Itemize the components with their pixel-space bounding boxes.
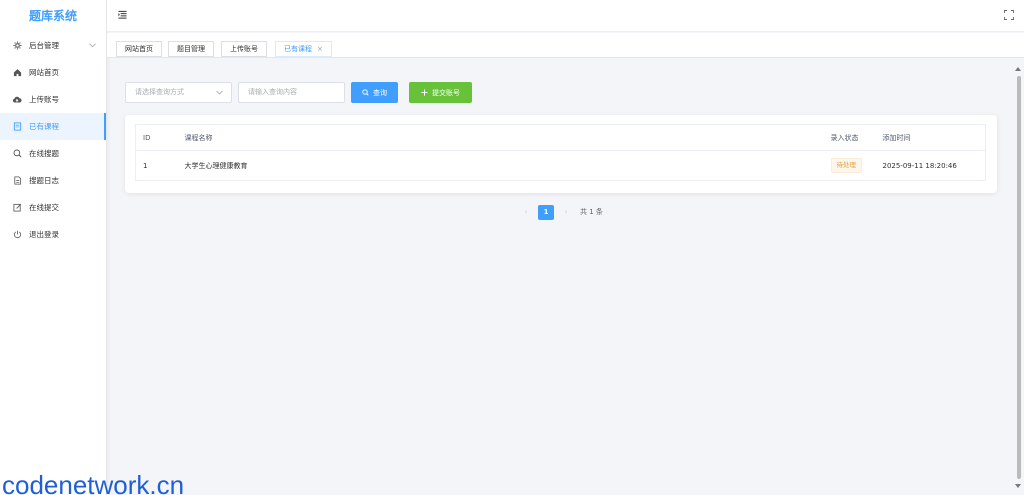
sidebar-item-label: 已有课程 [29, 122, 59, 131]
status-badge: 待处理 [830, 158, 862, 173]
pagination: ‹ 1 › 共 1 条 [518, 204, 603, 220]
document-icon [12, 122, 22, 132]
fullscreen-icon[interactable] [1004, 10, 1014, 20]
tab-courses[interactable]: 已有课程 × [275, 41, 332, 57]
tabs-bar: 网站首页 题目管理 上传账号 已有课程 × [107, 33, 1024, 58]
sidebar-item-courses[interactable]: 已有课程 [0, 113, 106, 140]
pagination-total: 共 1 条 [580, 208, 603, 216]
sidebar-item-search-log[interactable]: 搜题日志 [0, 167, 106, 194]
search-button-label: 查询 [373, 88, 387, 97]
chevron-down-icon [89, 41, 96, 50]
submit-button-label: 提交账号 [432, 88, 460, 97]
cell-status: 待处理 [824, 151, 876, 181]
select-placeholder: 请选择查询方式 [135, 88, 184, 96]
sidebar-item-online-submit[interactable]: 在线提交 [0, 194, 106, 221]
sidebar-item-label: 网站首页 [29, 68, 59, 77]
column-header-status: 录入状态 [823, 124, 876, 151]
chevron-down-icon [216, 83, 223, 110]
column-header-course-name: 课程名称 [177, 124, 824, 151]
tab-label: 已有课程 [284, 45, 312, 53]
search-icon [362, 89, 369, 96]
cell-id: 1 [143, 161, 148, 170]
sidebar-item-online-search[interactable]: 在线搜题 [0, 140, 106, 167]
tab-question-manage[interactable]: 题目管理 [168, 41, 214, 57]
cloud-upload-icon [12, 95, 22, 105]
table-header-row: ID 课程名称 录入状态 添加时间 [135, 124, 986, 151]
column-header-id: ID [135, 124, 178, 151]
sidebar-item-home[interactable]: 网站首页 [0, 59, 106, 86]
scroll-up-arrow[interactable] [1015, 67, 1021, 71]
cell-course-name: 大学生心理健康教育 [184, 161, 248, 170]
courses-table: ID 课程名称 录入状态 添加时间 1 大学生心理健康教育 待处理 2025-0… [135, 124, 986, 181]
next-page-button[interactable]: › [558, 208, 574, 216]
table-row[interactable]: 1 大学生心理健康教育 待处理 2025-09-11 18:20:46 [136, 151, 986, 181]
sidebar-item-label: 后台管理 [29, 41, 59, 50]
top-header [107, 0, 1024, 32]
sidebar-item-label: 在线提交 [29, 203, 59, 212]
tab-home[interactable]: 网站首页 [116, 41, 162, 57]
tab-label: 上传账号 [230, 45, 258, 53]
sidebar-item-admin[interactable]: 后台管理 [0, 32, 106, 59]
submit-account-button[interactable]: 提交账号 [409, 82, 472, 103]
sidebar-item-logout[interactable]: 退出登录 [0, 221, 106, 248]
main-content: 请选择查询方式 请输入查询内容 查询 提交账号 ID 课程名称 录入状态 添加时… [107, 59, 1024, 495]
tab-label: 题目管理 [177, 45, 205, 53]
home-icon [12, 68, 22, 78]
close-icon[interactable]: × [317, 45, 323, 53]
sidebar-item-label: 搜题日志 [29, 176, 59, 185]
app-logo[interactable]: 题库系统 [0, 0, 106, 32]
sidebar-item-upload-account[interactable]: 上传账号 [0, 86, 106, 113]
tab-label: 网站首页 [125, 45, 153, 53]
tab-upload-account[interactable]: 上传账号 [221, 41, 267, 57]
sidebar-item-label: 退出登录 [29, 230, 59, 239]
vertical-scrollbar[interactable] [1017, 76, 1021, 479]
search-button[interactable]: 查询 [351, 82, 398, 103]
courses-card: ID 课程名称 录入状态 添加时间 1 大学生心理健康教育 待处理 2025-0… [125, 115, 997, 193]
sidebar: 题库系统 后台管理 网站首页 上传账号 已有课程 在线搜题 搜题日志 在线提交 … [0, 0, 107, 495]
sidebar-item-label: 上传账号 [29, 95, 59, 104]
query-input[interactable]: 请输入查询内容 [238, 82, 345, 103]
watermark: codenetwork.cn [2, 470, 185, 495]
query-mode-select[interactable]: 请选择查询方式 [125, 82, 232, 103]
plus-icon [421, 89, 428, 96]
scroll-down-arrow[interactable] [1015, 484, 1021, 488]
page-number-button[interactable]: 1 [538, 204, 554, 220]
edit-icon [12, 203, 22, 213]
cell-added-time: 2025-09-11 18:20:46 [882, 161, 957, 170]
search-icon [12, 149, 22, 159]
log-icon [12, 176, 22, 186]
power-icon [12, 230, 22, 240]
column-header-added-time: 添加时间 [875, 124, 986, 151]
hamburger-icon[interactable] [118, 10, 128, 20]
input-placeholder: 请输入查询内容 [248, 88, 297, 96]
sidebar-item-label: 在线搜题 [29, 149, 59, 158]
prev-page-button[interactable]: ‹ [518, 208, 534, 216]
gear-icon [12, 41, 22, 51]
